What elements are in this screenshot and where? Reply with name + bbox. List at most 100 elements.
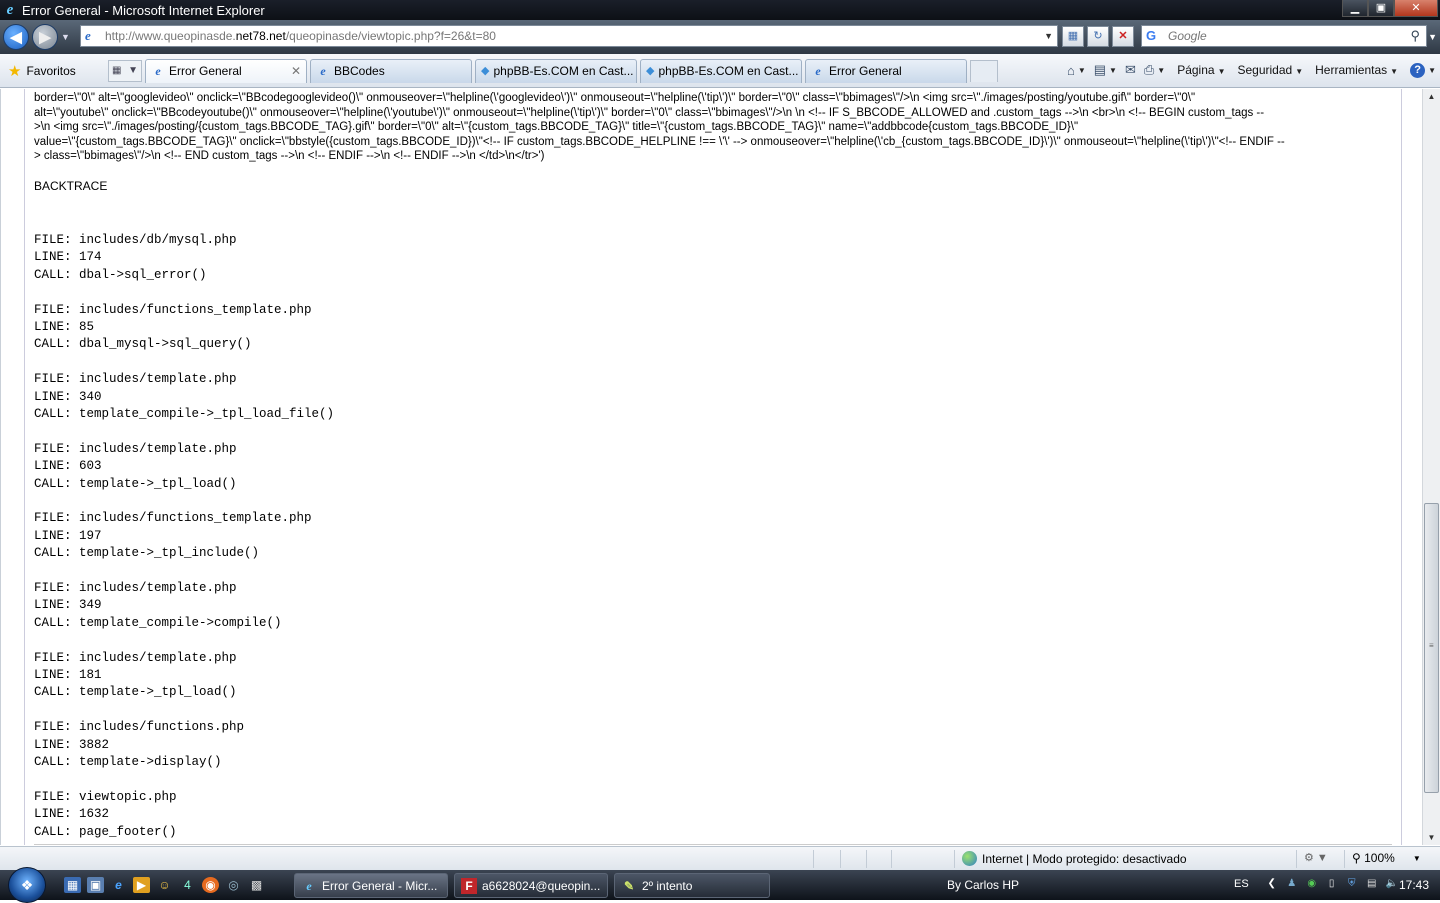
maximize-button[interactable]: ▣ <box>1368 0 1394 17</box>
backtrace-entry: FILE: includes/template.php LINE: 603 CALL… <box>34 441 334 493</box>
backtrace-list: FILE: includes/db/mysql.php LINE: 174 CALL… <box>34 232 334 845</box>
device-icon[interactable]: ▯ <box>1325 877 1339 891</box>
window-controls: ▁ ▣ ✕ <box>1342 0 1438 17</box>
ie-icon: e <box>155 64 161 78</box>
search-box[interactable]: G Google ⚲ <box>1141 25 1427 47</box>
backtrace-entry: FILE: includes/template.php LINE: 181 CALL… <box>34 650 334 702</box>
tab-bbcodes[interactable]: e BBCodes <box>310 58 472 83</box>
back-button[interactable]: ◀ <box>3 24 29 50</box>
language-indicator[interactable]: ES <box>1234 878 1249 890</box>
globe-icon <box>962 851 977 866</box>
history-dropdown-icon[interactable]: ▼ <box>61 32 70 42</box>
backtrace-call: CALL: dbal_mysql->sql_query() <box>34 337 252 352</box>
favorites-button[interactable]: ★ Favoritos <box>8 62 98 80</box>
app-4-icon[interactable]: 4 <box>179 877 196 893</box>
tab-label: BBCodes <box>334 64 385 78</box>
ie-logo-icon: e <box>6 2 14 18</box>
tab-phpbb-2[interactable]: ◆ phpBB-Es.COM en Cast... <box>640 58 802 83</box>
message-line: alt=\"youtube\" onclick=\"BBcodeyoutube(… <box>34 106 1265 119</box>
show-desktop-icon[interactable]: ▦ <box>64 877 81 893</box>
command-bar: ⌂ ▼ ▤ ▼ ✉ ⎙ ▼ Página ▼ Seguridad ▼ Herramient… <box>1059 62 1436 78</box>
status-bar: Internet | Modo protegido: desactivado ⚙… <box>0 846 1440 870</box>
tab-error-general-2[interactable]: e Error General <box>805 58 967 83</box>
scroll-down-icon[interactable]: ▼ <box>1423 830 1440 845</box>
zoom-dropdown-icon[interactable]: ▼ <box>1413 854 1421 863</box>
taskbar-item-filezilla[interactable]: F a6628024@queopin... <box>454 873 608 898</box>
protected-mode-icon[interactable]: ⚙ ▼ <box>1304 851 1328 864</box>
url-text: http://www.queopinasde.net78.net/queopin… <box>105 29 496 43</box>
backtrace-line: LINE: 603 <box>34 459 102 474</box>
tray-app-icon[interactable]: ◉ <box>1305 877 1319 891</box>
app-film-icon[interactable]: ▩ <box>248 877 265 893</box>
mail-icon[interactable]: ✉ <box>1125 62 1136 78</box>
tab-error-general[interactable]: e Error General ✕ <box>145 58 307 83</box>
refresh-icon[interactable]: ↻ <box>1087 26 1109 47</box>
network-users-icon[interactable]: ♟ <box>1285 877 1299 891</box>
home-dropdown-icon[interactable]: ▼ <box>1078 66 1086 75</box>
start-button[interactable]: ❖ <box>8 867 46 903</box>
security-menu[interactable]: Seguridad ▼ <box>1237 63 1303 77</box>
taskbar-item-ie[interactable]: e Error General - Micr... <box>294 873 448 898</box>
tab-label: Error General <box>829 64 902 78</box>
vertical-scrollbar[interactable]: ▲ ≡ ▼ <box>1422 89 1440 845</box>
tools-menu[interactable]: Herramientas ▼ <box>1315 63 1398 77</box>
security-zone[interactable]: Internet | Modo protegido: desactivado <box>962 851 1187 866</box>
help-icon[interactable]: ? <box>1410 62 1426 78</box>
ie-icon: e <box>815 64 821 78</box>
feeds-icon[interactable]: ▤ <box>1094 62 1106 78</box>
compatibility-view-icon[interactable]: ▦ <box>1062 26 1084 47</box>
clock[interactable]: 17:43 <box>1399 878 1429 892</box>
messenger-icon[interactable]: ☺ <box>156 877 173 893</box>
stop-icon[interactable]: ✕ <box>1112 26 1134 47</box>
tab-label: phpBB-Es.COM en Cast... <box>658 64 799 78</box>
shield-icon[interactable]: ⛨ <box>1345 877 1359 891</box>
zoom-control[interactable]: ⚲ 100% ▼ <box>1352 851 1421 865</box>
help-dropdown-icon[interactable]: ▼ <box>1428 66 1436 75</box>
search-placeholder: Google <box>1168 29 1207 43</box>
tray-expand-icon[interactable]: ❮ <box>1265 877 1279 891</box>
page-content: border=\"0\" alt=\"googlevideo\" onclick… <box>0 89 1422 845</box>
print-icon[interactable]: ⎙ <box>1144 62 1154 78</box>
backtrace-entry: FILE: includes/template.php LINE: 349 CALL… <box>34 580 334 632</box>
quick-tabs-button[interactable]: ▦ ▼ <box>108 59 142 82</box>
backtrace-call: CALL: template->_tpl_include() <box>34 546 260 561</box>
backtrace-line: LINE: 1632 <box>34 807 110 822</box>
address-field[interactable]: e http://www.queopinasde.net78.net/queop… <box>80 25 1058 47</box>
minimize-button[interactable]: ▁ <box>1342 0 1368 17</box>
address-dropdown-icon[interactable]: ▼ <box>1044 31 1053 41</box>
zoom-level: 100% <box>1364 851 1395 865</box>
windows-logo-icon: ❖ <box>20 876 34 893</box>
print-dropdown-icon[interactable]: ▼ <box>1157 66 1165 75</box>
close-tab-icon[interactable]: ✕ <box>291 64 301 78</box>
taskbar-item-notepad[interactable]: ✎ 2º intento <box>614 873 770 898</box>
home-icon[interactable]: ⌂ <box>1067 63 1075 78</box>
volume-icon[interactable]: 🔈 <box>1385 877 1399 891</box>
firefox-icon[interactable]: ◉ <box>202 877 219 893</box>
forward-button[interactable]: ▶ <box>32 24 58 50</box>
backtrace-call: CALL: template->display() <box>34 755 222 770</box>
search-icon[interactable]: ⚲ <box>1410 28 1420 44</box>
toolbar-label: By Carlos HP <box>947 878 1020 892</box>
app-globe-icon[interactable]: ◎ <box>225 877 242 893</box>
message-line: value=\"{custom_tags.BBCODE_TAG}\" oncli… <box>34 135 1285 148</box>
content-divider <box>34 844 1392 845</box>
switch-windows-icon[interactable]: ▣ <box>87 877 104 893</box>
ie-icon: e <box>306 878 312 893</box>
close-button[interactable]: ✕ <box>1394 0 1438 17</box>
tab-label: Error General <box>169 64 242 78</box>
scrollbar-thumb[interactable]: ≡ <box>1424 503 1439 793</box>
backtrace-file: FILE: includes/functions_template.php <box>34 511 312 526</box>
network-icon[interactable]: ▤ <box>1365 877 1379 891</box>
media-player-icon[interactable]: ▶ <box>133 877 150 893</box>
feeds-dropdown-icon[interactable]: ▼ <box>1109 66 1117 75</box>
ie-quicklaunch-icon[interactable]: e <box>110 877 127 893</box>
backtrace-line: LINE: 349 <box>34 598 102 613</box>
backtrace-call: CALL: template_compile->compile() <box>34 615 282 630</box>
new-tab-button[interactable] <box>970 59 998 82</box>
scroll-up-icon[interactable]: ▲ <box>1423 89 1440 104</box>
backtrace-line: LINE: 197 <box>34 528 102 543</box>
page-menu[interactable]: Página ▼ <box>1177 63 1225 77</box>
tab-phpbb-1[interactable]: ◆ phpBB-Es.COM en Cast... <box>475 58 637 83</box>
search-options-chevron-icon[interactable]: ▼ <box>1428 32 1437 42</box>
navigation-bar: ◀ ▶ ▼ e http://www.queopinasde.net78.net… <box>0 20 1440 54</box>
